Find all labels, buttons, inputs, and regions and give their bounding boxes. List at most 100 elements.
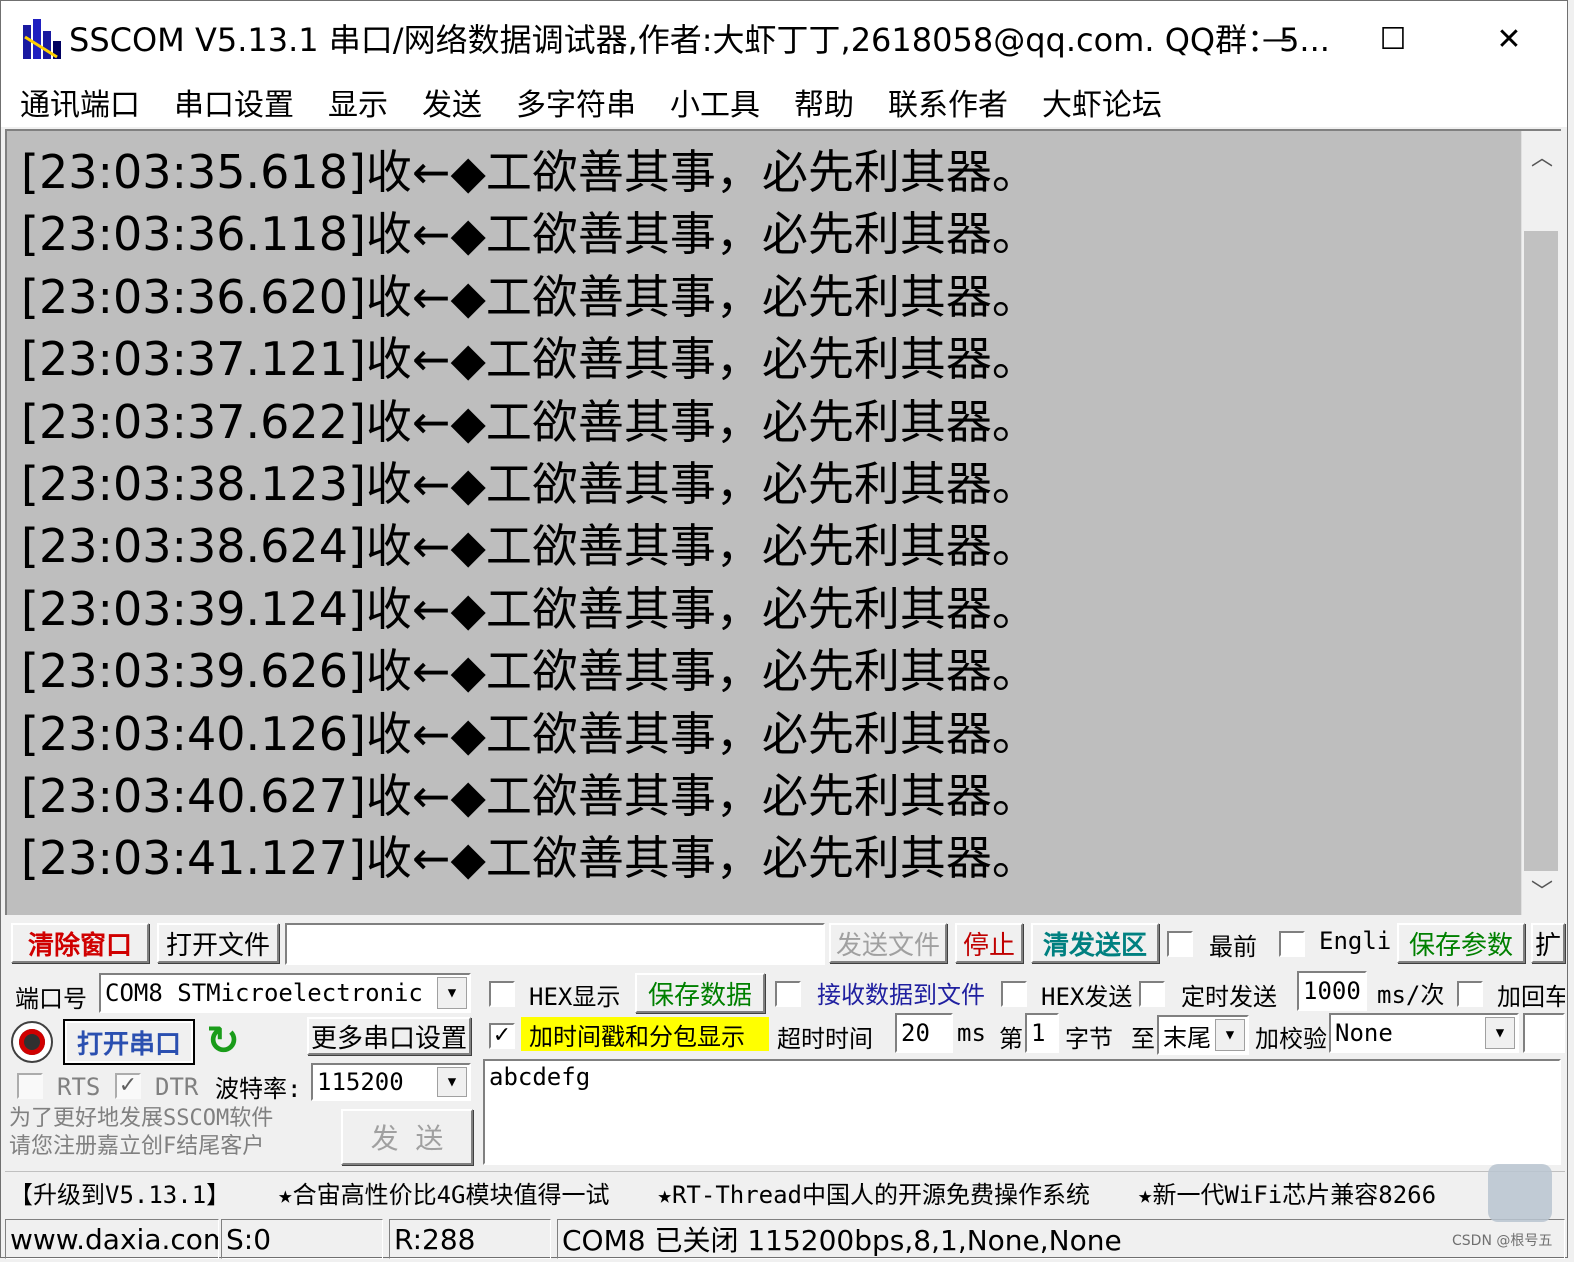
- minimize-button[interactable]: —: [1219, 1, 1335, 77]
- receive-direction: 收←◆: [365, 831, 486, 886]
- expand-button[interactable]: 扩: [1531, 923, 1565, 963]
- receive-text: 工欲善其事，必先利其器。: [485, 706, 1038, 761]
- timed-send-checkbox[interactable]: [1139, 981, 1165, 1007]
- close-button[interactable]: ✕: [1451, 1, 1567, 77]
- receive-timestamp: [23:03:38.624]: [21, 519, 366, 574]
- open-file-button[interactable]: 打开文件: [157, 923, 279, 963]
- clear-window-button[interactable]: 清除窗口: [11, 923, 149, 963]
- receive-line: [23:03:40.627]收←◆工欲善其事，必先利其器。: [21, 765, 1038, 827]
- status-sent: S:0: [221, 1219, 383, 1259]
- timeout-input[interactable]: 20: [895, 1013, 953, 1053]
- receive-timestamp: [23:03:38.123]: [21, 456, 366, 511]
- receive-line: [23:03:37.622]收←◆工欲善其事，必先利其器。: [21, 391, 1038, 453]
- chevron-down-icon[interactable]: ▼: [437, 977, 467, 1009]
- receive-direction: 收←◆: [365, 456, 486, 511]
- menu-contact-author[interactable]: 联系作者: [871, 80, 1025, 124]
- open-port-button[interactable]: 打开串口: [63, 1019, 195, 1065]
- send-button[interactable]: 发 送: [341, 1109, 473, 1165]
- receive-lines: [23:03:35.618]收←◆工欲善其事，必先利其器。 [23:03:36.1…: [21, 141, 1038, 890]
- dtr-checkbox[interactable]: ✓: [115, 1073, 141, 1099]
- recv-to-file-checkbox[interactable]: [775, 981, 801, 1007]
- refresh-icon[interactable]: ↻: [201, 1018, 245, 1064]
- receive-line: [23:03:35.618]收←◆工欲善其事，必先利其器。: [21, 141, 1038, 203]
- menu-send[interactable]: 发送: [405, 80, 499, 124]
- menu-help[interactable]: 帮助: [777, 80, 871, 124]
- scroll-thumb[interactable]: [1524, 231, 1558, 871]
- hex-display-checkbox[interactable]: [489, 981, 515, 1007]
- receive-timestamp: [23:03:40.126]: [21, 706, 366, 761]
- topmost-checkbox[interactable]: [1167, 931, 1193, 957]
- hex-send-checkbox[interactable]: [1001, 981, 1027, 1007]
- ticker-item[interactable]: ★合宙高性价比4G模块值得一试: [278, 1175, 609, 1210]
- chevron-down-icon[interactable]: ▼: [437, 1067, 467, 1097]
- receive-text: 工欲善其事，必先利其器。: [485, 831, 1038, 886]
- menu-multi-string[interactable]: 多字符串: [499, 80, 653, 124]
- send-textarea[interactable]: abcdefg: [483, 1059, 1561, 1165]
- dtr-label: DTR: [155, 1073, 199, 1101]
- promo-line-2: 请您注册嘉立创F结尾客户: [9, 1134, 265, 1159]
- extra-field[interactable]: [1523, 1013, 1565, 1053]
- add-crlf-checkbox[interactable]: [1457, 981, 1483, 1007]
- menu-serial-settings[interactable]: 串口设置: [157, 80, 311, 124]
- send-file-button[interactable]: 发送文件: [829, 923, 947, 963]
- receive-text: 工欲善其事，必先利其器。: [485, 456, 1038, 511]
- receive-direction: 收←◆: [365, 768, 486, 823]
- interval-input[interactable]: 1000: [1297, 971, 1367, 1011]
- menu-bar: 通讯端口 串口设置 显示 发送 多字符串 小工具 帮助 联系作者 大虾论坛: [1, 77, 1567, 127]
- menu-comm-port[interactable]: 通讯端口: [1, 80, 157, 124]
- receive-direction: 收←◆: [365, 207, 486, 262]
- receive-timestamp: [23:03:36.620]: [21, 269, 366, 324]
- hex-display-label: HEX显示: [529, 983, 621, 1011]
- chevron-down-icon[interactable]: ▼: [1215, 1019, 1245, 1051]
- receive-area[interactable]: [23:03:35.618]收←◆工欲善其事，必先利其器。 [23:03:36.1…: [5, 129, 1561, 915]
- clear-send-button[interactable]: 清发送区: [1031, 923, 1159, 963]
- receive-direction: 收←◆: [365, 269, 486, 324]
- ticker-item[interactable]: 【升级到V5.13.1】: [9, 1175, 230, 1210]
- save-params-button[interactable]: 保存参数: [1397, 923, 1525, 963]
- byte-label: 字节: [1065, 1025, 1113, 1053]
- receive-direction: 收←◆: [365, 519, 486, 574]
- chevron-down-icon[interactable]: ▼: [1485, 1017, 1515, 1049]
- receive-line: [23:03:37.121]收←◆工欲善其事，必先利其器。: [21, 328, 1038, 390]
- receive-line: [23:03:41.127]收←◆工欲善其事，必先利其器。: [21, 827, 1038, 889]
- menu-forum[interactable]: 大虾论坛: [1025, 80, 1179, 124]
- ticker-item[interactable]: ★新一代WiFi芯片兼容8266: [1138, 1175, 1436, 1210]
- nth-input[interactable]: 1: [1025, 1013, 1059, 1053]
- file-path-field[interactable]: [285, 923, 825, 965]
- receive-text: 工欲善其事，必先利其器。: [485, 581, 1038, 636]
- hex-send-label: HEX发送: [1041, 983, 1133, 1011]
- news-ticker: 【升级到V5.13.1】 ★合宙高性价比4G模块值得一试 ★RT-Thread中…: [5, 1171, 1565, 1213]
- save-data-button[interactable]: 保存数据: [635, 973, 765, 1013]
- receive-timestamp: [23:03:35.618]: [21, 145, 366, 199]
- receive-direction: 收←◆: [365, 145, 486, 199]
- add-crlf-label: 加回车: [1497, 983, 1565, 1011]
- receive-scrollbar[interactable]: ︿ ﹀: [1521, 131, 1561, 915]
- status-website[interactable]: www.daxia.com: [5, 1219, 219, 1259]
- promo-text: 为了更好地发展SSCOM软件 请您注册嘉立创F结尾客户: [9, 1105, 315, 1167]
- timeout-label: 超时时间: [777, 1025, 873, 1053]
- to-select[interactable]: 末尾 ▼: [1157, 1015, 1249, 1055]
- timestamp-checkbox[interactable]: ✓: [489, 1023, 515, 1049]
- ticker-item[interactable]: ★RT-Thread中国人的开源免费操作系统: [658, 1175, 1091, 1210]
- port-select-value: COM8 STMicroelectronic: [105, 979, 423, 1007]
- rts-checkbox[interactable]: [17, 1073, 43, 1099]
- receive-line: [23:03:36.620]收←◆工欲善其事，必先利其器。: [21, 266, 1038, 328]
- menu-display[interactable]: 显示: [311, 80, 405, 124]
- stop-button[interactable]: 停止: [955, 923, 1023, 963]
- receive-text: 工欲善其事，必先利其器。: [485, 768, 1038, 823]
- baud-select[interactable]: 115200 ▼: [311, 1063, 471, 1101]
- menu-tools[interactable]: 小工具: [653, 80, 777, 124]
- receive-text: 工欲善其事，必先利其器。: [485, 332, 1038, 387]
- more-settings-button[interactable]: 更多串口设置: [307, 1017, 471, 1055]
- checksum-select[interactable]: None ▼: [1329, 1013, 1519, 1053]
- record-icon[interactable]: [11, 1021, 53, 1063]
- receive-text: 工欲善其事，必先利其器。: [485, 644, 1038, 699]
- maximize-button[interactable]: ☐: [1335, 1, 1451, 77]
- receive-direction: 收←◆: [365, 644, 486, 699]
- scroll-down-icon[interactable]: ﹀: [1522, 865, 1562, 915]
- english-checkbox[interactable]: [1279, 931, 1305, 957]
- window-title: SSCOM V5.13.1 串口/网络数据调试器,作者:大虾丁丁,2618058…: [69, 21, 1330, 59]
- port-select[interactable]: COM8 STMicroelectronic ▼: [99, 973, 471, 1013]
- scroll-up-icon[interactable]: ︿: [1522, 131, 1562, 181]
- receive-text: 工欲善其事，必先利其器。: [485, 394, 1038, 449]
